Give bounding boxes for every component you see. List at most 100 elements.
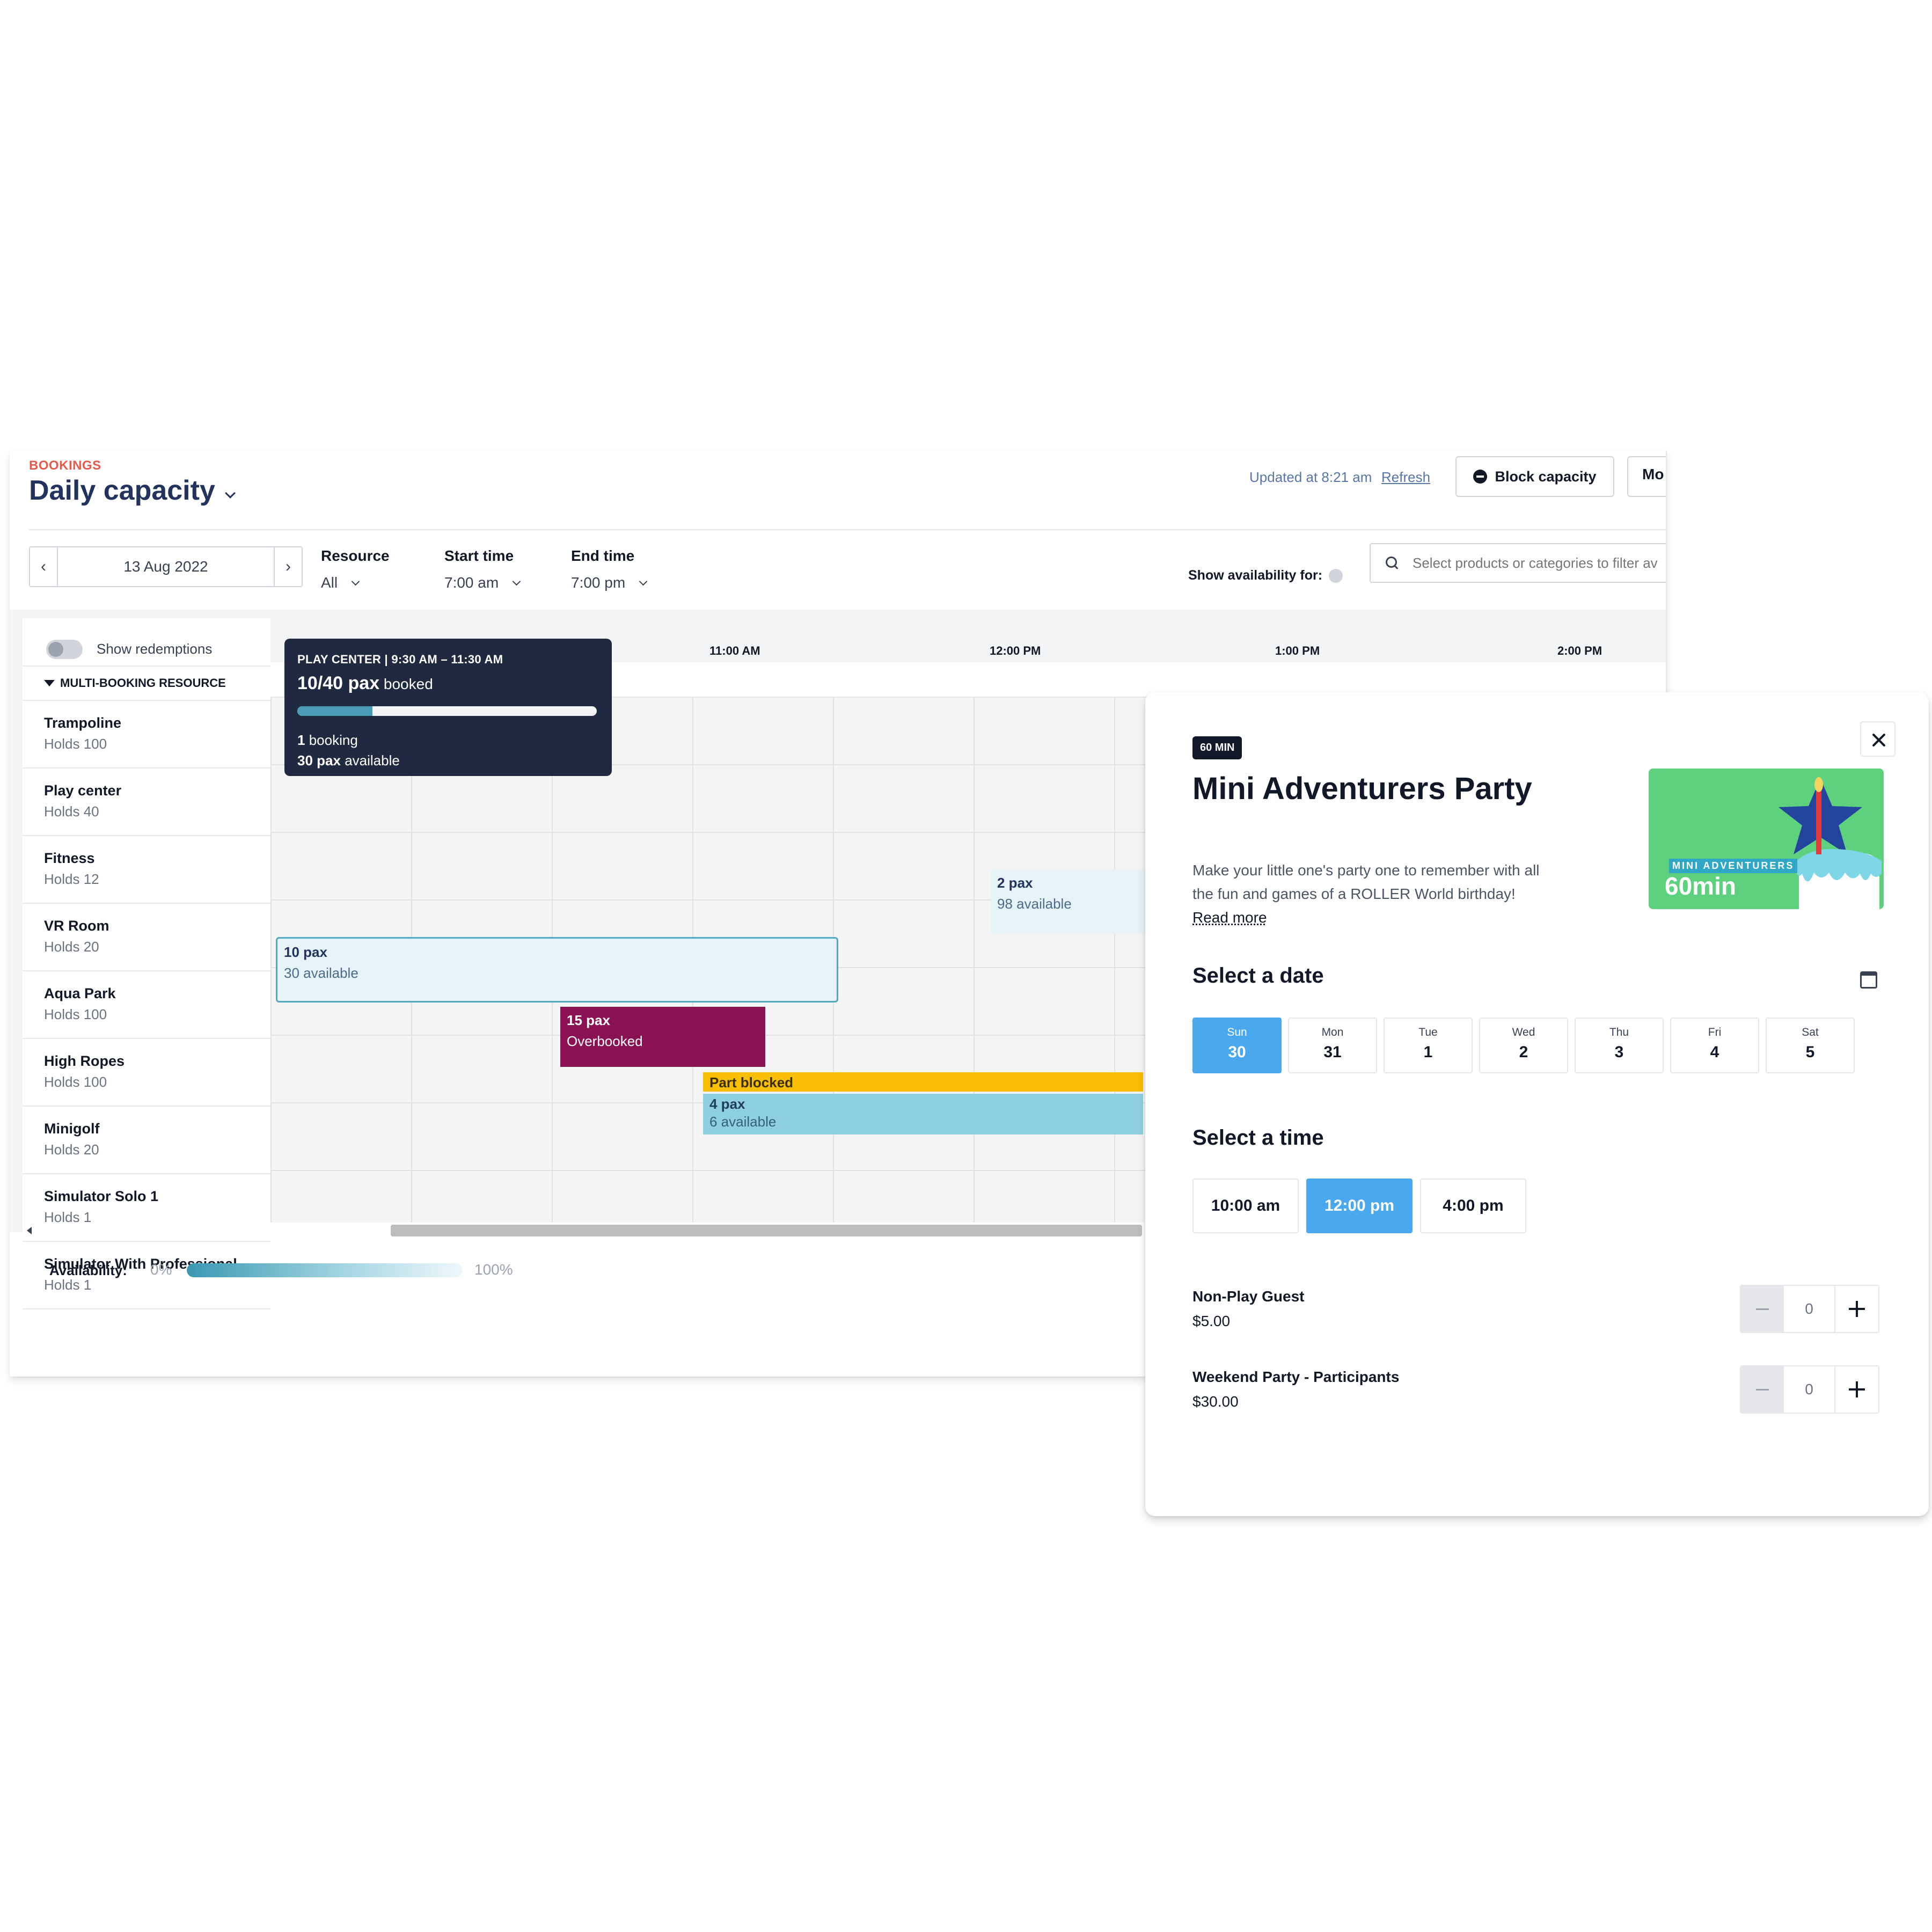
booking-pax: 15 pax (567, 1012, 610, 1028)
calendar-icon[interactable] (1860, 971, 1877, 989)
booking-block-play-center[interactable]: 10 pax 30 available (276, 937, 838, 1002)
resource-name: Minigolf (44, 1121, 100, 1137)
booking-block-fitness[interactable]: 15 pax Overbooked (560, 1007, 765, 1067)
time-option[interactable]: 12:00 pm (1306, 1179, 1413, 1233)
resource-capacity: Holds 100 (44, 1006, 107, 1022)
product-modal: 60 MIN Mini Adventurers Party Make your … (1145, 692, 1929, 1516)
end-time-filter[interactable]: End time 7:00 pm (571, 547, 648, 591)
resource-name: Trampoline (44, 715, 122, 731)
scrollbar-thumb[interactable] (391, 1225, 1142, 1236)
chevron-down-icon (639, 577, 648, 586)
date-option[interactable]: Sat 5 (1766, 1018, 1855, 1073)
date-option[interactable]: Fri 4 (1670, 1018, 1759, 1073)
chevron-down-icon[interactable] (225, 488, 236, 499)
part-blocked-label: Part blocked (709, 1074, 794, 1091)
end-time-label: End time (571, 547, 635, 564)
decrease-button[interactable] (1741, 1366, 1784, 1413)
day-name: Wed (1512, 1026, 1535, 1038)
day-date: 31 (1323, 1043, 1342, 1061)
tooltip-booked: 10/40 pax booked (297, 673, 612, 694)
search-input[interactable] (1411, 554, 1666, 572)
time-label: 1:00 PM (1275, 644, 1320, 657)
resource-name: VR Room (44, 918, 109, 934)
booking-block-vr-room[interactable]: 4 pax 6 available (703, 1094, 1143, 1135)
resource-capacity: Holds 100 (44, 736, 107, 752)
day-name: Fri (1708, 1026, 1722, 1038)
next-date-button[interactable]: › (274, 547, 302, 586)
resource-filter[interactable]: Resource All (321, 547, 390, 591)
day-date: 3 (1614, 1043, 1624, 1061)
booking-block-trampoline[interactable]: 2 pax 98 available (991, 869, 1152, 934)
resource-row-play-center: Play center Holds 40 (23, 769, 270, 836)
product-image: MINI ADVENTURERS 60min (1649, 769, 1884, 909)
ticket-row: Non-Play Guest $5.00 0 (1192, 1285, 1885, 1333)
chevron-down-icon (351, 577, 360, 586)
tooltip-booked-word: booked (383, 676, 433, 692)
read-more-link[interactable]: Read more (1192, 909, 1267, 926)
increase-button[interactable] (1835, 1286, 1878, 1332)
plus-icon (1849, 1301, 1865, 1317)
tooltip-progress-fill (297, 706, 372, 716)
day-name: Mon (1321, 1026, 1344, 1038)
page-title[interactable]: Daily capacity (29, 474, 215, 507)
start-time-filter[interactable]: Start time 7:00 am (444, 547, 521, 591)
show-availability-label: Show availability for: (1188, 568, 1343, 583)
resource-capacity: Holds 1 (44, 1277, 92, 1293)
section-eyebrow: BOOKINGS (29, 458, 101, 473)
date-value[interactable]: 13 Aug 2022 (58, 547, 274, 586)
increase-button[interactable] (1835, 1366, 1878, 1413)
date-option[interactable]: Mon 31 (1288, 1018, 1377, 1073)
date-picker: Sun 30 Mon 31 Tue 1 Wed 2 Thu 3 Fri 4 Sat 5 (1192, 1018, 1855, 1073)
time-option[interactable]: 4:00 pm (1420, 1179, 1526, 1233)
availability-legend-min: 0% (150, 1261, 172, 1278)
caret-down-icon (44, 680, 55, 686)
show-redemptions-toggle[interactable] (46, 640, 83, 659)
booking-availability: 6 available (709, 1114, 777, 1130)
date-option[interactable]: Tue 1 (1384, 1018, 1473, 1073)
time-label: 12:00 PM (990, 644, 1041, 657)
part-blocked-bar[interactable]: Part blocked (703, 1072, 1143, 1092)
availability-legend-max: 100% (474, 1261, 513, 1278)
day-date: 30 (1228, 1043, 1246, 1061)
booking-pax: 2 pax (997, 875, 1033, 891)
show-availability-text: Show availability for: (1188, 568, 1323, 583)
quantity-value[interactable]: 0 (1784, 1366, 1835, 1413)
resource-group-label: MULTI-BOOKING RESOURCE (60, 676, 226, 690)
date-option[interactable]: Sun 30 (1192, 1018, 1282, 1073)
more-button[interactable]: Mo (1627, 456, 1666, 497)
refresh-link[interactable]: Refresh (1381, 469, 1430, 486)
product-filter-search[interactable] (1370, 543, 1666, 583)
resource-name: Simulator Solo 1 (44, 1188, 159, 1204)
booking-pax: 4 pax (709, 1096, 745, 1112)
resource-row-minigolf: Minigolf Holds 20 (23, 1107, 270, 1174)
booking-availability: 30 available (284, 965, 358, 981)
resource-column: Show redemptions MULTI-BOOKING RESOURCE … (23, 618, 270, 1309)
tooltip-bookings-word: booking (309, 732, 358, 748)
time-option[interactable]: 10:00 am (1192, 1179, 1299, 1233)
time-label: 11:00 AM (709, 644, 760, 657)
search-icon (1386, 557, 1399, 569)
day-name: Sun (1227, 1026, 1247, 1038)
resource-capacity: Holds 100 (44, 1074, 107, 1090)
help-icon[interactable] (1329, 568, 1343, 583)
close-button[interactable] (1860, 721, 1896, 757)
decrease-button[interactable] (1741, 1286, 1784, 1332)
product-description: Make your little one's party one to reme… (1192, 859, 1541, 930)
date-option[interactable]: Wed 2 (1479, 1018, 1568, 1073)
time-picker: 10:00 am 12:00 pm 4:00 pm (1192, 1179, 1526, 1233)
minus-icon (1756, 1388, 1769, 1391)
date-navigator: ‹ 13 Aug 2022 › (29, 546, 303, 587)
block-capacity-button[interactable]: Block capacity (1455, 456, 1614, 497)
prev-date-button[interactable]: ‹ (30, 547, 58, 586)
resource-group-header[interactable]: MULTI-BOOKING RESOURCE (23, 665, 270, 701)
quantity-value[interactable]: 0 (1784, 1286, 1835, 1332)
date-option[interactable]: Thu 3 (1575, 1018, 1664, 1073)
quantity-stepper: 0 (1740, 1285, 1879, 1333)
grid-line (974, 698, 975, 1232)
chevron-down-icon (512, 577, 521, 586)
booking-status: Overbooked (567, 1033, 643, 1049)
duration-badge: 60 MIN (1192, 736, 1242, 759)
scroll-left-icon[interactable] (27, 1227, 32, 1234)
resource-filter-label: Resource (321, 547, 390, 564)
select-time-heading: Select a time (1192, 1126, 1324, 1150)
